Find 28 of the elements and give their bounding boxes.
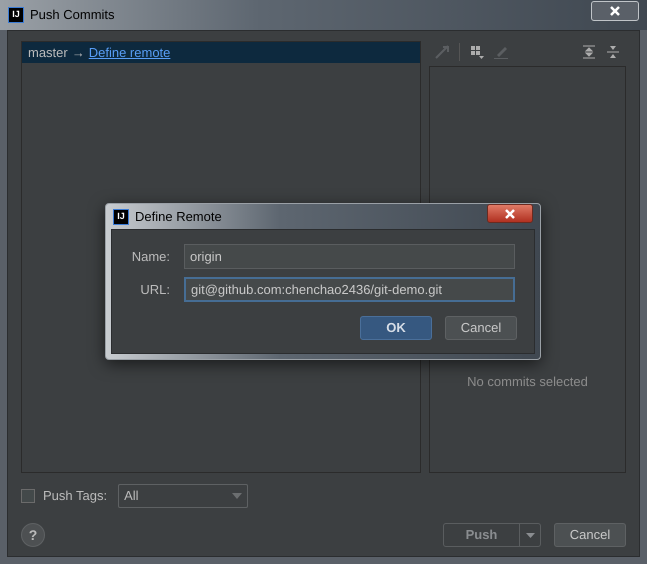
- field-label: URL:: [139, 280, 170, 299]
- dialog-title: Define Remote: [135, 208, 222, 226]
- branch-row[interactable]: master → Define remote: [22, 42, 420, 63]
- field-label: Name:: [130, 248, 170, 266]
- tags-dropdown[interactable]: All: [118, 484, 248, 508]
- push-tags-label: Push Tags:: [43, 487, 108, 506]
- ok-button[interactable]: OK: [360, 316, 432, 340]
- close-icon: [505, 208, 515, 218]
- app-icon: IJ: [8, 7, 24, 23]
- cancel-button[interactable]: Cancel: [445, 316, 517, 340]
- caret-icon: [232, 493, 242, 499]
- branch-name: master: [28, 44, 68, 62]
- empty-text: No commits selected: [467, 373, 588, 391]
- arrow-symbol: →: [72, 44, 85, 62]
- window-title: Push Commits: [30, 6, 115, 24]
- caret-icon: [526, 532, 534, 538]
- text-field[interactable]: git@github.com:chenchao2436/git-demo.git: [184, 277, 515, 302]
- collapse-all-icon[interactable]: [606, 45, 620, 59]
- cancel-button[interactable]: Cancel: [554, 523, 626, 547]
- group-icon[interactable]: [470, 45, 484, 59]
- close-button[interactable]: [487, 204, 533, 223]
- text-field[interactable]: origin: [184, 244, 515, 269]
- define-remote-link[interactable]: Define remote: [88, 42, 170, 62]
- push-tags-checkbox[interactable]: [21, 489, 35, 503]
- app-icon: IJ: [113, 208, 129, 224]
- help-button[interactable]: ?: [21, 523, 45, 547]
- expand-all-icon[interactable]: [582, 45, 596, 59]
- close-icon: [610, 6, 620, 16]
